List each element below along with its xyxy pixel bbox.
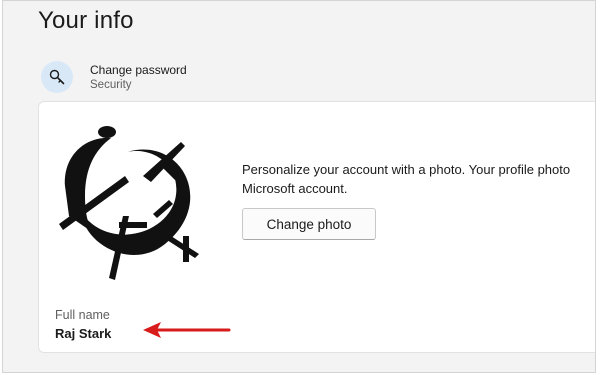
change-password-row[interactable]: Change password Security bbox=[39, 59, 595, 95]
change-password-label: Change password bbox=[90, 63, 187, 77]
profile-card: Personalize your account with a photo. Y… bbox=[38, 101, 595, 353]
change-photo-button[interactable]: Change photo bbox=[242, 208, 376, 240]
annotation-arrow-icon bbox=[143, 322, 231, 338]
photo-description-line-2: Microsoft account. bbox=[242, 181, 348, 196]
key-icon bbox=[41, 61, 73, 93]
photo-description: Personalize your account with a photo. Y… bbox=[242, 160, 595, 198]
page-title: Your info bbox=[38, 7, 134, 34]
window-frame: Your info Change password Security Perso… bbox=[2, 0, 596, 373]
security-label: Security bbox=[90, 79, 132, 91]
profile-photo bbox=[55, 116, 205, 281]
full-name-label: Full name bbox=[55, 308, 110, 322]
full-name-value: Raj Stark bbox=[55, 326, 112, 341]
photo-description-line-1: Personalize your account with a photo. Y… bbox=[242, 162, 571, 177]
